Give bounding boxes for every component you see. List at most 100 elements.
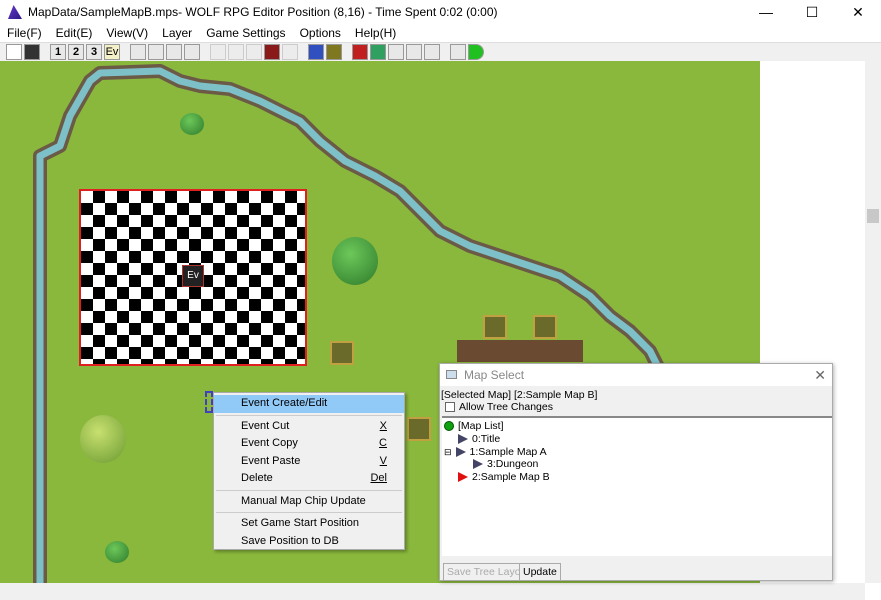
tree-node-selected[interactable]: 2:Sample Map B [458, 471, 550, 483]
stamp-4-icon[interactable] [184, 44, 200, 60]
event-icon[interactable] [264, 44, 280, 60]
map-select-title: Map Select [464, 368, 525, 382]
horizontal-scrollbar[interactable] [0, 583, 865, 600]
vertical-scrollbar[interactable] [865, 61, 881, 583]
label: Event Copy [241, 437, 298, 449]
event-marker[interactable]: Ev [182, 265, 204, 287]
building-roof [457, 340, 583, 362]
map-event[interactable] [483, 315, 507, 339]
map-event[interactable] [533, 315, 557, 339]
tree-node[interactable]: 0:Title [458, 433, 500, 445]
label: Save Position to DB [241, 534, 339, 547]
menu-item-event-paste[interactable]: Event Paste V [214, 453, 404, 471]
rect-icon[interactable] [246, 44, 262, 60]
map-icon[interactable] [424, 44, 440, 60]
character-icon[interactable] [406, 44, 422, 60]
menu-options[interactable]: Options [293, 24, 348, 42]
menu-item-manual-map-chip-update[interactable]: Manual Map Chip Update [214, 493, 404, 511]
menu-edit[interactable]: Edit(E) [49, 24, 100, 42]
menu-item-event-create-edit[interactable]: Event Create/Edit [214, 395, 404, 413]
menu-help[interactable]: Help(H) [348, 24, 403, 42]
window-title: MapData/SampleMapB.mps- WOLF RPG Editor … [28, 5, 498, 19]
menu-layer[interactable]: Layer [155, 24, 199, 42]
menu-bar: File(F) Edit(E) View(V) Layer Game Setti… [0, 24, 881, 42]
map-select-window: Map Select ✕ [Selected Map] [2:Sample Ma… [439, 363, 833, 581]
label: Event Create/Edit [241, 397, 328, 409]
menu-file[interactable]: File(F) [0, 24, 49, 42]
label: Manual Map Chip Update [241, 494, 366, 507]
close-button[interactable]: ✕ [835, 0, 881, 24]
wrench-icon[interactable] [388, 44, 404, 60]
node-label: 0:Title [472, 433, 501, 445]
checkbox-icon[interactable] [445, 402, 455, 412]
separator [216, 414, 402, 416]
node-label: [Map List] [458, 420, 504, 432]
green-circle-icon [444, 421, 454, 431]
variable-db-icon[interactable] [352, 44, 368, 60]
window-icon[interactable] [450, 44, 466, 60]
shortcut: Del [370, 472, 387, 484]
checkbox-label: Allow Tree Changes [459, 401, 553, 413]
separator [216, 512, 402, 513]
system-db-icon[interactable] [326, 44, 342, 60]
window-icon [446, 370, 457, 379]
tree [80, 415, 126, 463]
map-icon [458, 434, 468, 444]
menu-item-set-game-start[interactable]: Set Game Start Position [214, 515, 404, 533]
node-label: 2:Sample Map B [472, 471, 550, 483]
layer-1-button[interactable]: 1 [50, 44, 66, 60]
menu-game-settings[interactable]: Game Settings [199, 24, 292, 42]
maximize-button[interactable]: ☐ [789, 0, 835, 24]
map-event[interactable] [407, 417, 431, 441]
tree-node[interactable]: 3:Dungeon [473, 458, 538, 470]
pencil-icon[interactable] [210, 44, 226, 60]
map-tree: [Map List] 0:Title ⊟ 1:Sample Map A 3:Dun… [442, 416, 832, 556]
map-select-titlebar: Map Select ✕ [440, 364, 832, 386]
map-icon [458, 472, 468, 482]
tree-root[interactable]: [Map List] [444, 420, 504, 432]
new-file-icon[interactable] [6, 44, 22, 60]
user-db-icon[interactable] [308, 44, 324, 60]
menu-item-delete[interactable]: Delete Del [214, 470, 404, 488]
tree [332, 237, 378, 285]
label: Event Paste [241, 454, 301, 467]
node-label: 1:Sample Map A [469, 446, 547, 458]
label: Delete [241, 472, 273, 484]
line-icon[interactable] [228, 44, 244, 60]
stamp-1-icon[interactable] [130, 44, 146, 60]
undo-icon[interactable] [282, 44, 298, 60]
scroll-thumb[interactable] [867, 209, 879, 223]
close-icon[interactable]: ✕ [814, 364, 826, 386]
tree-node[interactable]: ⊟ 1:Sample Map A [444, 446, 547, 458]
chipset-icon[interactable] [370, 44, 386, 60]
cursor-selection [205, 391, 213, 413]
minimize-button[interactable]: — [743, 0, 789, 24]
map-event[interactable] [330, 341, 354, 365]
bush [105, 541, 129, 563]
map-icon [473, 459, 483, 469]
menu-item-save-position[interactable]: Save Position to DB [214, 533, 404, 551]
label: Set Game Start Position [241, 517, 359, 529]
app-icon [8, 5, 22, 19]
stamp-3-icon[interactable] [166, 44, 182, 60]
shortcut: C [379, 437, 387, 449]
event-layer-button[interactable]: Ev [104, 44, 120, 60]
layer-2-button[interactable]: 2 [68, 44, 84, 60]
context-menu: Event Create/Edit Event Cut X Event Copy C… [213, 392, 405, 550]
stamp-2-icon[interactable] [148, 44, 164, 60]
separator [216, 489, 402, 491]
menu-view[interactable]: View(V) [99, 24, 155, 42]
event-area[interactable]: Ev [79, 189, 307, 366]
save-icon[interactable] [24, 44, 40, 60]
selected-map-label: [Selected Map] [2:Sample Map B] [441, 389, 598, 401]
menu-item-event-cut[interactable]: Event Cut X [214, 418, 404, 436]
label: Event Cut [241, 419, 290, 432]
shortcut: X [379, 419, 387, 432]
collapse-icon[interactable]: ⊟ [444, 447, 452, 458]
run-game-icon[interactable] [468, 44, 484, 60]
map-icon [455, 447, 466, 457]
allow-tree-changes-checkbox[interactable]: Allow Tree Changes [440, 401, 832, 413]
menu-item-event-copy[interactable]: Event Copy C [214, 435, 404, 453]
layer-3-button[interactable]: 3 [86, 44, 102, 60]
update-button[interactable]: Update [519, 563, 561, 581]
